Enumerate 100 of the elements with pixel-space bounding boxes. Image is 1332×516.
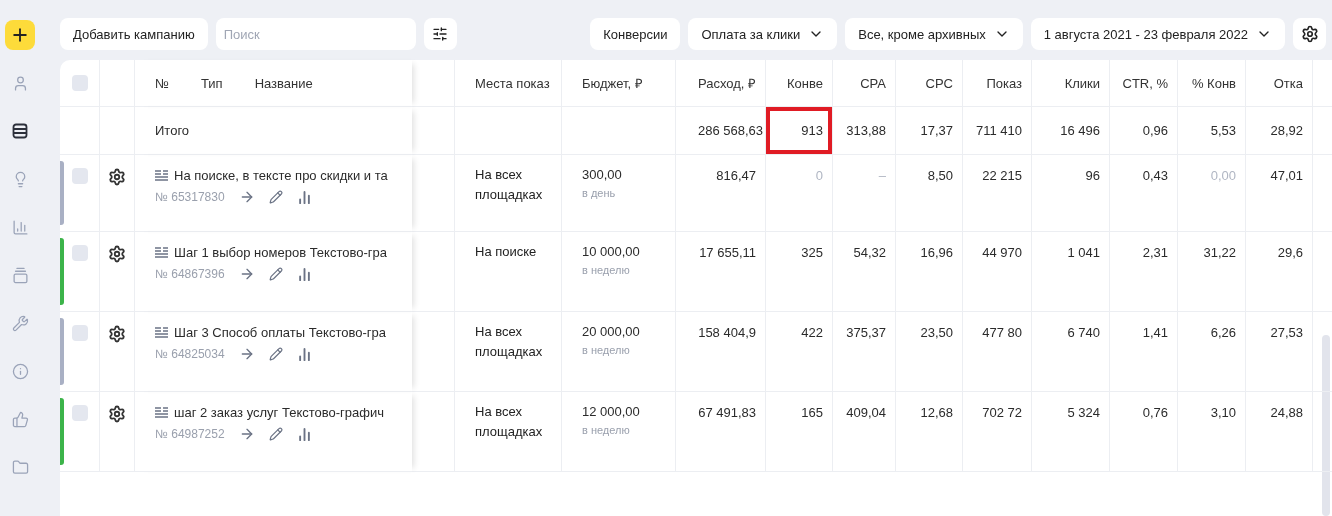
total-cell: 16 496 [1060, 123, 1100, 138]
table-cell: 0,43 [1142, 168, 1168, 183]
pencil-icon[interactable] [268, 427, 283, 441]
table-cell: 47,01 [1270, 168, 1303, 183]
dropdown-button[interactable]: 1 августа 2021 - 23 февраля 2022 [1030, 18, 1285, 50]
gear-icon[interactable] [108, 405, 126, 423]
column-header[interactable]: % Конв [1191, 75, 1236, 91]
table-cell: 702 72 [982, 405, 1022, 420]
column-header[interactable]: Показ [986, 75, 1022, 91]
gear-icon[interactable] [108, 325, 126, 343]
table-cell: 6,26 [1210, 325, 1236, 340]
table-cell: 0 [815, 168, 823, 183]
column-header[interactable]: CTR, % [1122, 75, 1168, 91]
table-cell: 6 740 [1067, 325, 1100, 340]
filter-button[interactable] [423, 18, 457, 50]
column-header[interactable]: Конве [787, 75, 823, 91]
plus-icon [10, 25, 30, 45]
budget-period: в день [582, 186, 617, 201]
table-cell: 422 [801, 325, 823, 340]
filter-button[interactable]: Конверсии [590, 18, 681, 50]
total-cell: 913 [801, 123, 823, 138]
pencil-icon[interactable] [268, 190, 283, 204]
table-cell: 96 [1085, 168, 1100, 183]
column-header[interactable]: Места показ [475, 75, 550, 91]
campaign-number: № 65317830 [155, 190, 225, 204]
settings-button[interactable] [1293, 18, 1326, 50]
total-label: Итого [155, 123, 190, 138]
text-ad-icon [155, 247, 168, 258]
scrollbar[interactable] [1322, 335, 1330, 516]
table-cell: 375,37 [846, 325, 886, 340]
dropdown-button[interactable]: Все, кроме архивных [845, 18, 1023, 50]
budget-period: в неделю [582, 343, 631, 358]
thumbs-up-icon [11, 410, 29, 428]
table-cell: 31,22 [1203, 245, 1236, 260]
checkbox[interactable] [71, 75, 88, 91]
checkbox[interactable] [71, 325, 88, 341]
column-header[interactable]: CPC [925, 75, 953, 91]
table-cell: 5 324 [1067, 405, 1100, 420]
bar-chart-icon[interactable] [296, 426, 312, 442]
settings-icon [1300, 25, 1319, 43]
wrench-icon [11, 314, 29, 332]
gear-icon[interactable] [108, 168, 126, 186]
stacked-cards-icon [11, 266, 29, 284]
column-header[interactable]: Название [254, 75, 313, 91]
table-cell: 325 [801, 245, 823, 260]
search-field[interactable]: Поиск [215, 18, 416, 50]
campaign-name[interactable]: шаг 2 заказ услуг Текстово-графич [174, 405, 385, 420]
campaign-name[interactable]: На поиске, в тексте про скидки и та [174, 168, 388, 183]
pencil-icon[interactable] [268, 267, 283, 281]
column-header[interactable]: Отка [1273, 75, 1303, 91]
table-cell: 409,04 [846, 405, 886, 420]
column-header[interactable]: CPA [860, 75, 886, 91]
table-cell: 3,10 [1210, 405, 1236, 420]
checkbox[interactable] [71, 168, 88, 184]
campaign-name[interactable]: Шаг 1 выбор номеров Текстово-гра [174, 245, 387, 260]
bar-chart-icon[interactable] [296, 346, 312, 362]
table-cell: 1 041 [1067, 245, 1100, 260]
total-cell: 286 568,63 [697, 123, 763, 138]
bar-chart-icon[interactable] [296, 266, 312, 282]
dropdown-button[interactable]: Оплата за клики [688, 18, 838, 50]
budget-value: 10 000,00 [582, 243, 640, 261]
pencil-icon[interactable] [268, 347, 283, 361]
budget-value: 300,00 [582, 166, 622, 184]
text-ad-icon [155, 407, 168, 418]
table-cell: 67 491,83 [698, 405, 756, 420]
table-cell: 17 655,11 [699, 245, 756, 260]
column-header[interactable]: Клики [1064, 75, 1100, 91]
table-cell: 12,68 [920, 405, 953, 420]
table-cell: 54,32 [853, 245, 886, 260]
table-cell: 0,00 [1210, 168, 1236, 183]
text-ad-icon [155, 327, 168, 338]
total-cell: 313,88 [846, 123, 886, 138]
total-cell: 28,92 [1270, 123, 1303, 138]
table-cell: 16,96 [920, 245, 953, 260]
add-button[interactable] [5, 20, 35, 50]
gear-icon[interactable] [108, 245, 126, 263]
campaign-number: № 64867396 [155, 267, 225, 281]
total-cell: 711 410 [975, 123, 1022, 138]
total-cell: 5,53 [1210, 123, 1236, 138]
placement-text: На всех площадках [475, 403, 544, 441]
budget-period: в неделю [582, 263, 631, 278]
column-header[interactable]: Расход, ₽ [697, 74, 756, 92]
table-cell: 24,88 [1270, 405, 1303, 420]
table-cell: 44 970 [982, 245, 1022, 260]
checkbox[interactable] [71, 245, 88, 261]
column-header[interactable]: Тип [200, 75, 223, 91]
placement-text: На всех площадках [475, 166, 544, 204]
add-campaign-button[interactable]: Добавить кампанию [60, 18, 208, 50]
text-ad-icon [155, 170, 168, 181]
bar-chart-icon[interactable] [296, 189, 312, 205]
placement-text: На всех площадках [475, 323, 544, 361]
budget-period: в неделю [582, 423, 631, 438]
column-header[interactable]: № [155, 75, 169, 91]
bar-chart-icon [11, 218, 29, 236]
campaign-name[interactable]: Шаг 3 Способ оплаты Текстово-гра [174, 325, 386, 340]
campaign-number: № 64825034 [155, 347, 225, 361]
table-cell: – [878, 168, 886, 183]
table-cell: 8,50 [927, 168, 953, 183]
column-header[interactable]: Бюджет, ₽ [582, 74, 643, 92]
checkbox[interactable] [71, 405, 88, 421]
